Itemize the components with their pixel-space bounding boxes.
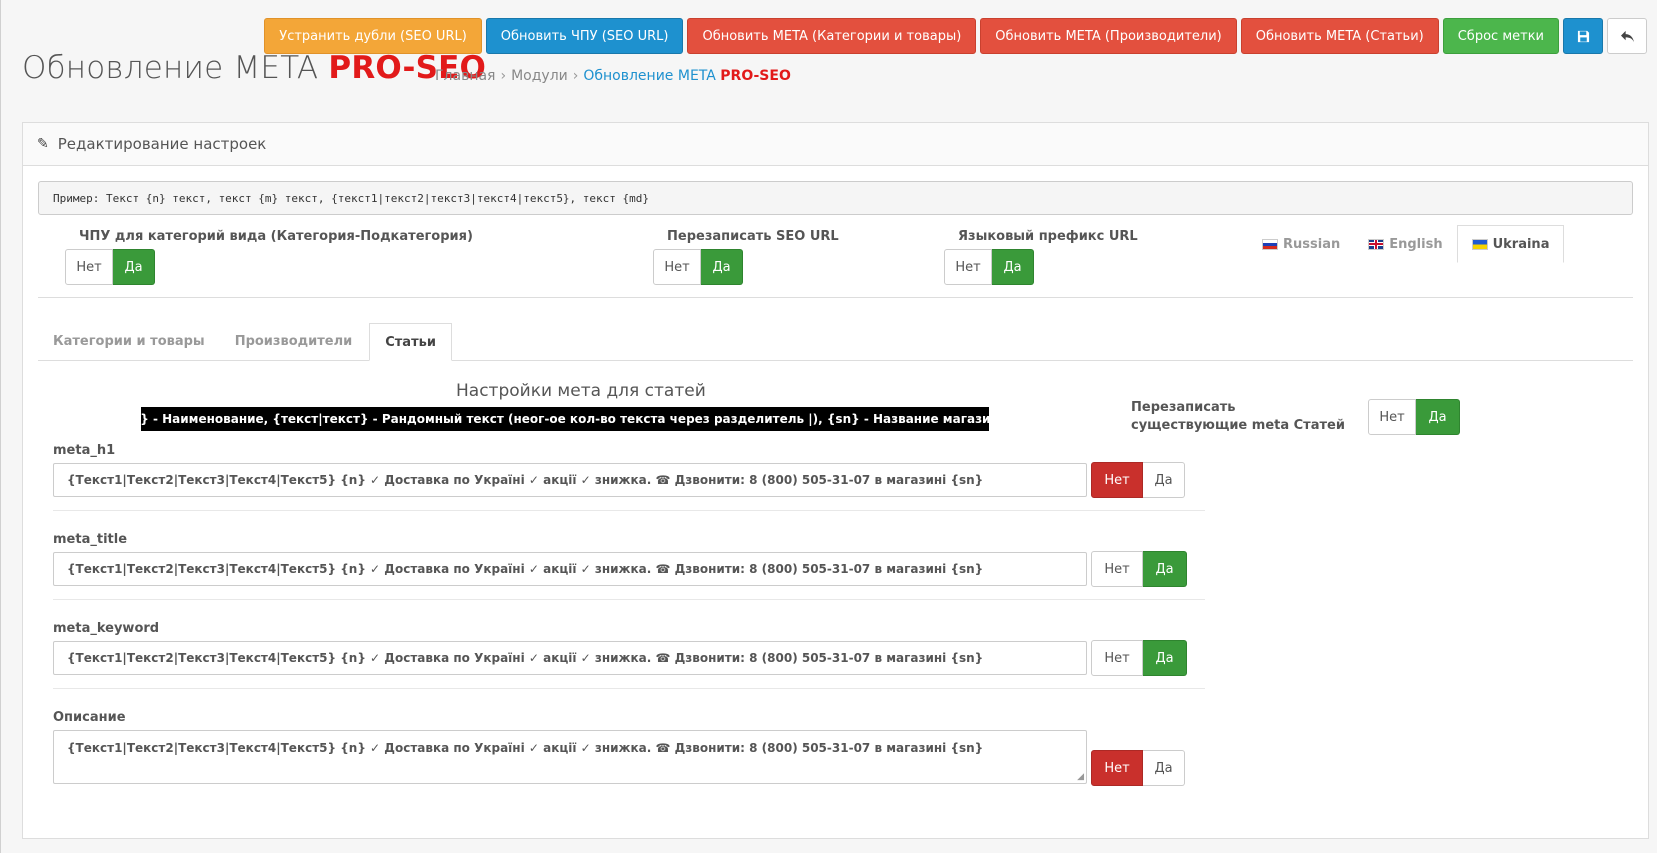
lang-prefix-yes-option[interactable]: Да xyxy=(992,249,1034,285)
lang-prefix-no-option[interactable]: Нет xyxy=(944,249,992,285)
meta-title-toggle: Нет Да xyxy=(1091,551,1187,587)
ukraine-flag-icon xyxy=(1471,238,1488,250)
breadcrumb-separator: › xyxy=(572,68,579,84)
fix-duplicates-button[interactable]: Устранить дубли (SEO URL) xyxy=(264,18,482,54)
tab-lang-russian-label: Russian xyxy=(1283,236,1341,252)
rewrite-seo-yes-option[interactable]: Да xyxy=(701,249,743,285)
page-title-main: Обновление META xyxy=(22,50,319,86)
tab-lang-ukraina-label: Ukraina xyxy=(1492,236,1550,252)
description-textarea-value: {Текст1|Текст2|Текст3|Текст4|Текст5} {n}… xyxy=(67,741,984,755)
header-toolbar: Устранить дубли (SEO URL) Обновить ЧПУ (… xyxy=(264,18,1647,54)
description-toggle: Нет Да xyxy=(1091,750,1185,786)
breadcrumb-separator: › xyxy=(500,68,507,84)
page-title: Обновление META PRO-SEO xyxy=(22,50,486,86)
meta-h1-label: meta_h1 xyxy=(53,443,116,458)
field-divider xyxy=(53,599,1205,600)
articles-section-title: Настройки мета для статей xyxy=(456,381,706,401)
tab-categories-products[interactable]: Категории и товары xyxy=(38,323,220,360)
meta-title-label: meta_title xyxy=(53,532,128,547)
breadcrumb-modules[interactable]: Модули xyxy=(511,68,568,84)
tab-lang-ukraina[interactable]: Ukraina xyxy=(1456,225,1565,263)
main-tabs: Категории и товары Производители Статьи xyxy=(38,323,1633,361)
meta-keyword-yes-option[interactable]: Да xyxy=(1143,640,1187,676)
overwrite-meta-toggle: Нет Да xyxy=(1368,399,1460,435)
placeholder-legend: {n} - Наименование, {текст|текст} - Ранд… xyxy=(123,407,1007,431)
tab-articles[interactable]: Статьи xyxy=(369,323,452,361)
save-icon xyxy=(1577,30,1589,42)
meta-keyword-no-option[interactable]: Нет xyxy=(1091,640,1143,676)
field-divider xyxy=(53,688,1205,689)
rewrite-seo-no-option[interactable]: Нет xyxy=(653,249,701,285)
chpu-toggle: Нет Да xyxy=(65,249,155,285)
chpu-yes-option[interactable]: Да xyxy=(113,249,155,285)
meta-title-input[interactable]: {Текст1|Текст2|Текст3|Текст4|Текст5} {n}… xyxy=(53,552,1087,586)
example-box: Пример: Текст {n} текст, текст {m} текст… xyxy=(38,181,1633,215)
breadcrumb-home[interactable]: Главная xyxy=(435,68,495,84)
panel-heading-title: Редактирование настроек xyxy=(57,135,267,153)
tab-lang-english-label: English xyxy=(1389,236,1443,252)
description-no-option[interactable]: Нет xyxy=(1091,750,1143,786)
description-label: Описание xyxy=(53,710,126,725)
meta-h1-yes-option[interactable]: Да xyxy=(1143,462,1185,498)
rewrite-seo-toggle: Нет Да xyxy=(653,249,743,285)
update-meta-manufacturers-button[interactable]: Обновить META (Производители) xyxy=(980,18,1237,54)
overwrite-meta-no-option[interactable]: Нет xyxy=(1368,399,1416,435)
chpu-no-option[interactable]: Нет xyxy=(65,249,113,285)
overwrite-meta-label: Перезаписать существующие meta Статей xyxy=(1131,400,1345,433)
back-button[interactable] xyxy=(1607,18,1647,54)
resize-handle-icon[interactable]: ◢ xyxy=(1077,772,1084,782)
lang-prefix-toggle: Нет Да xyxy=(944,249,1034,285)
tab-lang-english[interactable]: English xyxy=(1354,225,1456,263)
update-meta-articles-button[interactable]: Обновить META (Статьи) xyxy=(1240,18,1439,54)
breadcrumb: Главная › Модули › Обновление META PRO-SEO xyxy=(435,68,791,84)
uk-flag-icon xyxy=(1368,238,1385,250)
breadcrumb-current[interactable]: Обновление META PRO-SEO xyxy=(583,68,790,84)
save-button[interactable] xyxy=(1563,18,1603,54)
description-textarea[interactable]: {Текст1|Текст2|Текст3|Текст4|Текст5} {n}… xyxy=(53,730,1087,784)
tab-manufacturers[interactable]: Производители xyxy=(220,323,368,360)
update-meta-categories-button[interactable]: Обновить META (Категории и товары) xyxy=(687,18,977,54)
reply-icon xyxy=(1620,30,1634,42)
meta-title-no-option[interactable]: Нет xyxy=(1091,551,1143,587)
breadcrumb-current-main: Обновление META xyxy=(583,68,716,84)
panel-heading: ✎ Редактирование настроек xyxy=(23,123,1648,166)
meta-title-yes-option[interactable]: Да xyxy=(1143,551,1187,587)
breadcrumb-current-accent: PRO-SEO xyxy=(720,68,791,84)
reset-marks-button[interactable]: Сброс метки xyxy=(1442,18,1559,54)
settings-panel: ✎ Редактирование настроек Пример: Текст … xyxy=(22,122,1649,839)
meta-h1-no-option[interactable]: Нет xyxy=(1091,462,1143,498)
chpu-label: ЧПУ для категорий вида (Категория-Подкат… xyxy=(79,229,473,244)
update-chpu-button[interactable]: Обновить ЧПУ (SEO URL) xyxy=(485,18,684,54)
rewrite-seo-label: Перезаписать SEO URL xyxy=(667,229,839,244)
meta-keyword-label: meta_keyword xyxy=(53,621,160,636)
meta-keyword-toggle: Нет Да xyxy=(1091,640,1187,676)
meta-h1-input[interactable]: {Текст1|Текст2|Текст3|Текст4|Текст5} {n}… xyxy=(53,463,1087,497)
field-divider xyxy=(53,510,1205,511)
divider xyxy=(38,297,1633,298)
overwrite-meta-yes-option[interactable]: Да xyxy=(1416,399,1460,435)
meta-keyword-input[interactable]: {Текст1|Текст2|Текст3|Текст4|Текст5} {n}… xyxy=(53,641,1087,675)
tab-lang-russian[interactable]: Russian xyxy=(1248,225,1354,263)
lang-prefix-label: Языковый префикс URL xyxy=(958,229,1138,244)
meta-h1-toggle: Нет Да xyxy=(1091,462,1185,498)
language-tabs: Russian English Ukraina xyxy=(1248,225,1565,263)
description-yes-option[interactable]: Да xyxy=(1143,750,1185,786)
pencil-icon: ✎ xyxy=(37,136,49,152)
russia-flag-icon xyxy=(1262,238,1278,250)
